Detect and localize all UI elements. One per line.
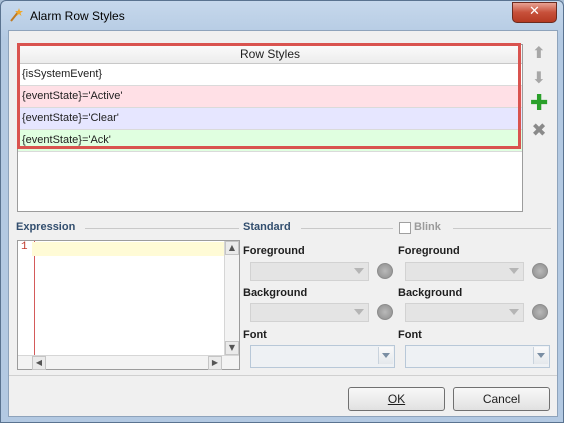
foreground-label: Foreground [243, 245, 305, 257]
blink-checkbox[interactable] [399, 222, 411, 234]
blink-font-select[interactable] [405, 345, 550, 368]
scroll-right-icon[interactable]: ▶ [208, 356, 222, 370]
blink-divider [453, 228, 551, 229]
vertical-scrollbar[interactable]: ▲ ▼ [224, 241, 239, 355]
remove-row-button[interactable]: ✖ [530, 122, 548, 140]
font-label: Font [243, 329, 267, 341]
dialog-body: Row Styles {isSystemEvent} {eventState}='… [8, 30, 558, 417]
expression-divider [85, 228, 239, 229]
scroll-left-icon[interactable]: ◀ [32, 356, 46, 370]
row-style-item[interactable]: {isSystemEvent} [18, 64, 522, 86]
title-bar: Alarm Row Styles ✕ [1, 1, 563, 31]
plus-icon: ✚ [530, 91, 549, 116]
standard-label: Standard [243, 221, 291, 233]
current-line-highlight [32, 242, 224, 256]
background-color-picker[interactable] [377, 304, 393, 320]
expression-editor[interactable]: 1 ▲ ▼ ◀ ▶ [17, 240, 240, 370]
blink-background-label: Background [398, 287, 463, 299]
background-label: Background [243, 287, 308, 299]
row-style-item[interactable]: {eventState}='Ack' [18, 130, 522, 152]
blink-foreground-color-picker[interactable] [532, 263, 548, 279]
foreground-color-picker[interactable] [377, 263, 393, 279]
chevron-down-icon [509, 309, 519, 315]
blink-background-color-picker[interactable] [532, 304, 548, 320]
row-styles-header: Row Styles [18, 45, 522, 64]
move-up-button[interactable]: ⬆ [530, 44, 548, 62]
scroll-up-icon[interactable]: ▲ [225, 241, 239, 255]
foreground-select[interactable] [250, 262, 369, 281]
alarm-row-styles-dialog: Alarm Row Styles ✕ Row Styles {isSystemE… [0, 0, 564, 423]
close-icon: ✕ [529, 4, 540, 19]
chevron-down-icon [509, 268, 519, 274]
window-title: Alarm Row Styles [30, 9, 125, 23]
font-select[interactable] [250, 345, 395, 368]
blink-foreground-select[interactable] [405, 262, 524, 281]
ok-button-label: OK [387, 392, 406, 406]
arrow-down-icon: ⬇ [532, 68, 546, 87]
move-down-button[interactable]: ⬇ [530, 69, 548, 87]
row-style-item[interactable]: {eventState}='Active' [18, 86, 522, 108]
row-style-item[interactable]: {eventState}='Clear' [18, 108, 522, 130]
expression-label: Expression [16, 221, 76, 233]
horizontal-scrollbar[interactable]: ◀ ▶ [18, 355, 239, 370]
blink-label: Blink [414, 221, 441, 233]
x-icon: ✖ [531, 120, 547, 141]
blink-background-select[interactable] [405, 303, 524, 322]
blink-foreground-label: Foreground [398, 245, 460, 257]
wand-icon [10, 8, 23, 22]
line-number-gutter: 1 [18, 241, 35, 355]
ok-button[interactable]: OK [348, 387, 445, 411]
line-number: 1 [21, 241, 28, 253]
background-select[interactable] [250, 303, 369, 322]
chevron-down-icon [537, 353, 545, 358]
font-dropdown-button[interactable] [378, 347, 393, 364]
chevron-down-icon [354, 268, 364, 274]
blink-font-label: Font [398, 329, 422, 341]
row-styles-table[interactable]: Row Styles {isSystemEvent} {eventState}='… [17, 44, 523, 212]
standard-divider [301, 228, 393, 229]
cancel-button-label: Cancel [482, 392, 521, 406]
scroll-down-icon[interactable]: ▼ [225, 341, 239, 355]
close-button[interactable]: ✕ [512, 2, 557, 23]
chevron-down-icon [382, 353, 390, 358]
footer-divider [9, 375, 557, 376]
blink-font-dropdown-button[interactable] [533, 347, 548, 364]
arrow-up-icon: ⬆ [532, 43, 546, 62]
add-row-button[interactable]: ✚ [530, 93, 548, 115]
cancel-button[interactable]: Cancel [453, 387, 550, 411]
chevron-down-icon [354, 309, 364, 315]
